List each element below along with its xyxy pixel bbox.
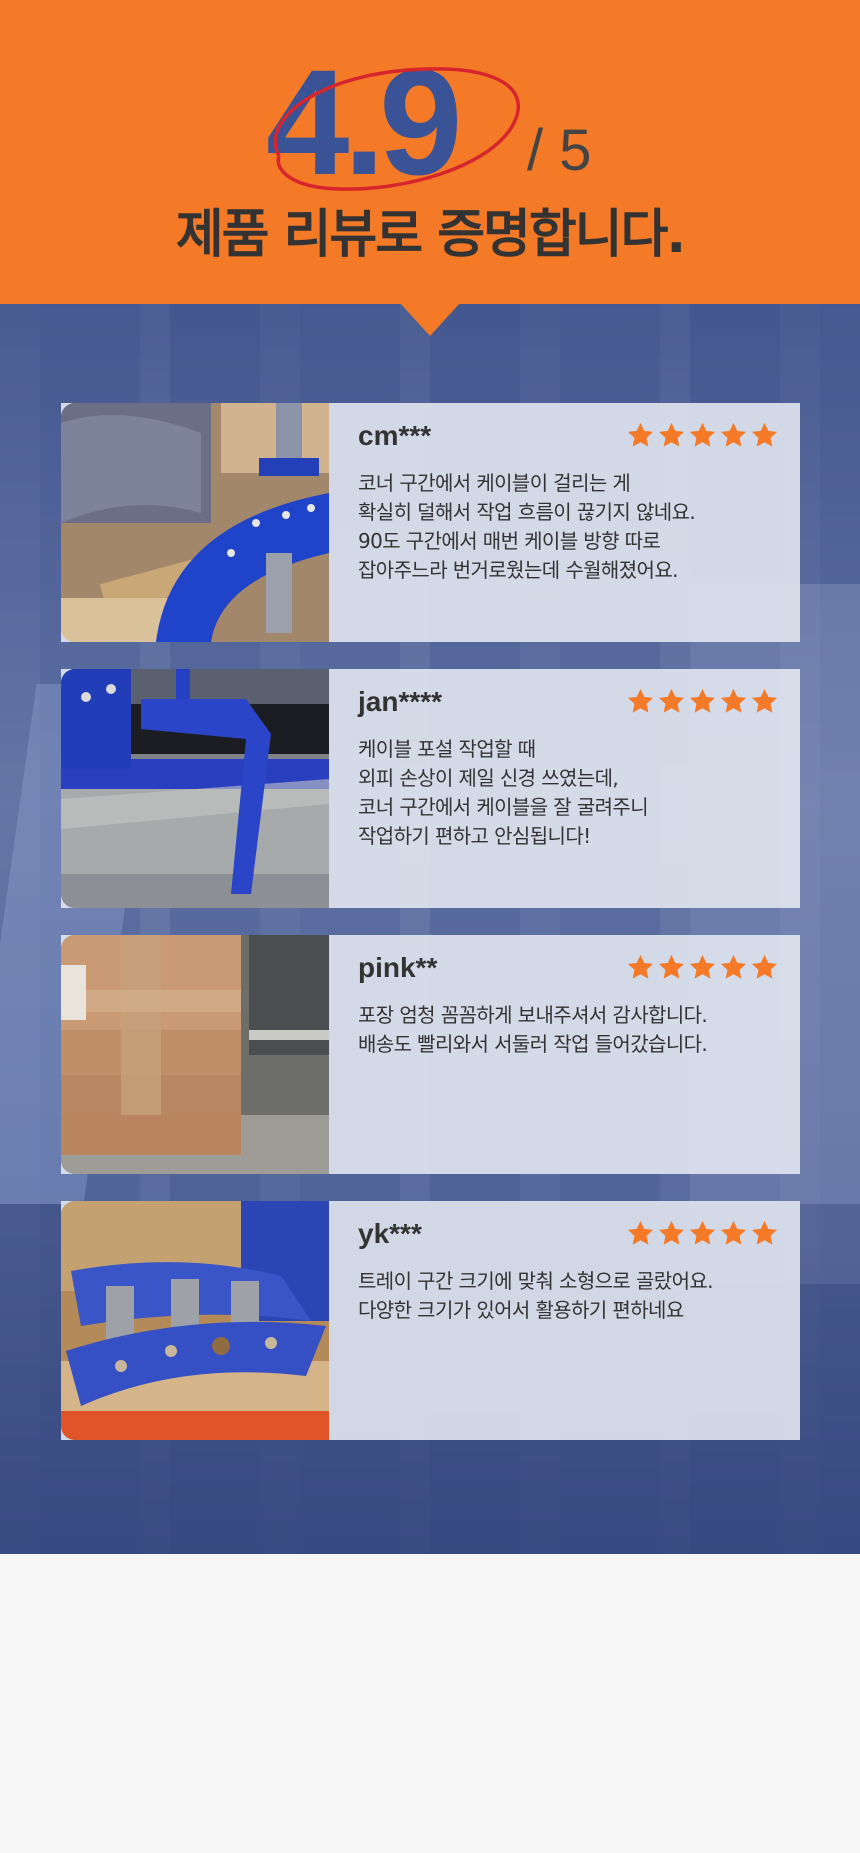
score-circle-mark — [273, 67, 521, 191]
review-text: 케이블 포설 작업할 때 외피 손상이 제일 신경 쓰였는데, 코너 구간에서 … — [358, 735, 788, 851]
star-icon — [751, 688, 778, 713]
star-icon — [720, 422, 747, 447]
review-text: 포장 엄청 꼼꼼하게 보내주셔서 감사합니다. 배송도 빨리와서 서둘러 작업 … — [358, 1001, 788, 1059]
star-icon — [627, 954, 654, 979]
review-photo — [61, 669, 329, 908]
star-rating — [626, 1219, 779, 1249]
review-line: 코너 구간에서 케이블을 잘 굴려주니 — [358, 795, 649, 819]
review-line: 확실히 덜해서 작업 흐름이 끊기지 않네요. — [358, 500, 696, 524]
banner-pointer — [400, 303, 460, 336]
review-card: jan**** 케이블 포설 작업할 때 외피 손상이 제일 신경 쓰였는데, … — [61, 669, 800, 908]
review-photo — [61, 935, 329, 1174]
star-icon — [720, 954, 747, 979]
star-rating — [626, 953, 779, 983]
review-line: 90도 구간에서 매번 케이블 방향 따로 — [358, 529, 661, 553]
reviewer-name: cm*** — [358, 420, 432, 451]
star-icon — [658, 422, 685, 447]
star-icon — [689, 1220, 716, 1245]
reviewer-name: jan**** — [358, 686, 443, 717]
star-icon — [689, 954, 716, 979]
star-icon — [658, 1220, 685, 1245]
review-line: 작업하기 편하고 안심됩니다! — [358, 824, 591, 848]
star-icon — [751, 1220, 778, 1245]
review-text: 코너 구간에서 케이블이 걸리는 게 확실히 덜해서 작업 흐름이 끊기지 않네… — [358, 469, 788, 585]
star-icon — [720, 688, 747, 713]
star-icon — [689, 688, 716, 713]
review-line: 코너 구간에서 케이블이 걸리는 게 — [358, 471, 631, 495]
review-card: pink** 포장 엄청 꼼꼼하게 보내주셔서 감사합니다. 배송도 빨리와서 … — [61, 935, 800, 1174]
reviewer-name: pink** — [358, 952, 438, 983]
star-icon — [658, 954, 685, 979]
review-photo — [61, 403, 329, 642]
star-icon — [627, 1220, 654, 1245]
review-line: 배송도 빨리와서 서둘러 작업 들어갔습니다. — [358, 1032, 708, 1056]
star-icon — [720, 1220, 747, 1245]
review-line: 트레이 구간 크기에 맞춰 소형으로 골랐어요. — [358, 1269, 714, 1293]
star-icon — [689, 422, 716, 447]
rating-score-group: 4.9 / 5 — [0, 47, 860, 197]
page-headline: 제품 리뷰로 증명합니다. — [175, 205, 686, 265]
star-icon — [751, 954, 778, 979]
star-rating — [626, 687, 779, 717]
review-line: 케이블 포설 작업할 때 — [358, 737, 536, 761]
review-line: 다양한 크기가 있어서 활용하기 편하네요 — [358, 1298, 684, 1322]
page-footer-space — [0, 1554, 860, 1853]
reviewer-name: yk*** — [358, 1218, 422, 1249]
review-photo — [61, 1201, 329, 1440]
review-card: cm*** 코너 구간에서 케이블이 걸리는 게 확실히 덜해서 작업 흐름이 … — [61, 403, 800, 642]
rating-scale: / 5 — [527, 118, 592, 183]
star-icon — [658, 688, 685, 713]
star-icon — [751, 422, 778, 447]
review-line: 외피 손상이 제일 신경 쓰였는데, — [358, 766, 619, 790]
hero-banner: 4.9 / 5 제품 리뷰로 증명합니다. — [0, 0, 860, 304]
review-line: 포장 엄청 꼼꼼하게 보내주셔서 감사합니다. — [358, 1003, 708, 1027]
star-icon — [627, 688, 654, 713]
review-card: yk*** 트레이 구간 크기에 맞춰 소형으로 골랐어요. 다양한 크기가 있… — [61, 1201, 800, 1440]
review-line: 잡아주느라 번거로웠는데 수월해졌어요. — [358, 558, 678, 582]
star-icon — [627, 422, 654, 447]
review-text: 트레이 구간 크기에 맞춰 소형으로 골랐어요. 다양한 크기가 있어서 활용하… — [358, 1267, 788, 1325]
star-rating — [626, 421, 779, 451]
